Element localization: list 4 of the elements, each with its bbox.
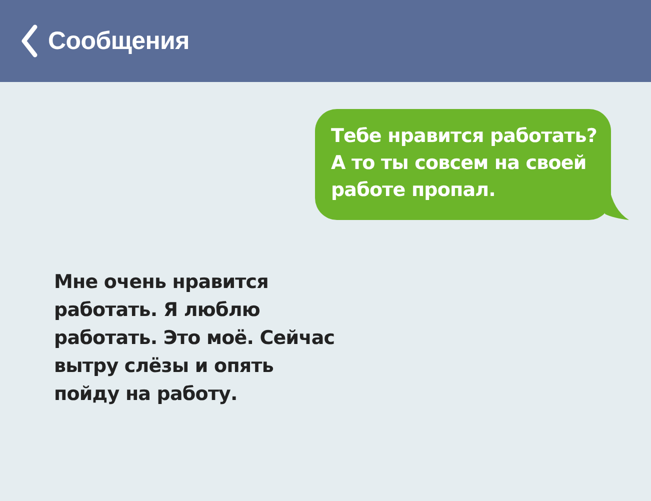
incoming-message: Мне очень нравится работать. Я люблю работать. Это моё. Сейчас вытру слёзы и опять пойду на работу.	[54, 270, 336, 407]
back-button[interactable]: Сообщения	[20, 24, 190, 58]
chevron-left-icon	[20, 24, 38, 58]
outgoing-message: Тебе нравится работать? А то ты совсем на своей работе пропал.	[314, 109, 611, 220]
